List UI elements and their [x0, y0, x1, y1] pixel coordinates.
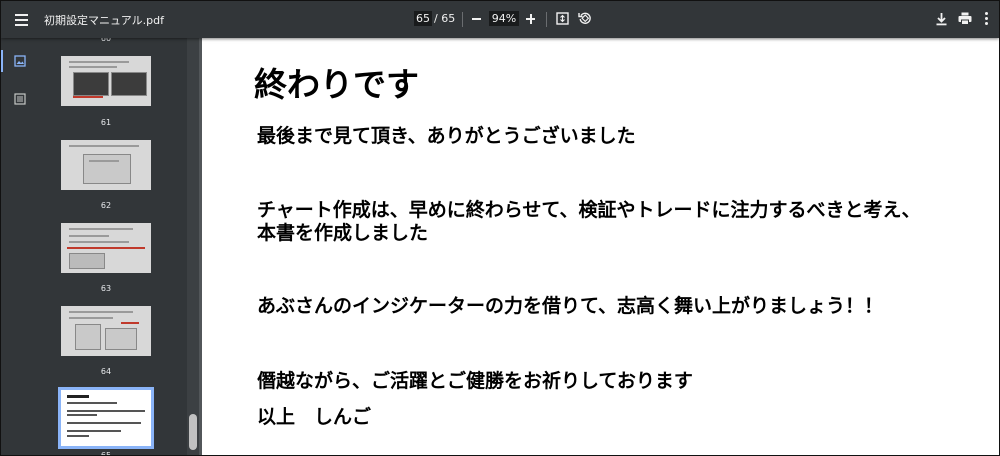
pdf-page: 終わりです 最後まで見て頂き、ありがとうございました チャート作成は、早めに終わ…: [202, 38, 999, 455]
fit-to-page-icon[interactable]: [556, 12, 569, 25]
page-total: / 65: [434, 12, 456, 25]
page-text-line: あぶさんのインジケーターの力を借りて、志高く舞い上がりましょう！！: [257, 295, 884, 317]
zoom-in-button[interactable]: [525, 10, 537, 28]
thumbnails-tab[interactable]: [1, 46, 39, 76]
thumbnail-label-partial: 60: [100, 38, 112, 43]
separator: [462, 12, 463, 27]
toolbar: 初期設定マニュアル.pdf 65 / 65 94%: [1, 1, 999, 38]
thumbnail-scrollbar[interactable]: [187, 38, 199, 455]
print-icon[interactable]: [958, 12, 972, 25]
sidebar-tabs: [1, 38, 39, 455]
page-thumbnail-62[interactable]: [61, 140, 151, 190]
rotate-icon[interactable]: [578, 11, 592, 25]
download-icon[interactable]: [935, 12, 948, 26]
page-thumbnail-61[interactable]: [61, 56, 151, 106]
zoom-out-button[interactable]: [471, 10, 483, 28]
zoom-input[interactable]: 94%: [489, 11, 519, 26]
pdf-viewer-window: 初期設定マニュアル.pdf 65 / 65 94% 60 61 62 63 64…: [0, 0, 1000, 456]
page-text-line: 本書を作成しました: [257, 222, 429, 244]
page-thumbnail-label: 61: [100, 118, 112, 127]
page-text-line: 以上 しんご: [257, 406, 372, 428]
page-number-input[interactable]: 65: [414, 11, 432, 26]
image-icon: [14, 55, 26, 67]
page-thumbnail-label: 65: [61, 451, 151, 455]
page-thumbnail-64[interactable]: [61, 306, 151, 356]
page-thumbnail-label: 62: [100, 201, 112, 210]
page-thumbnail-label: 63: [100, 284, 112, 293]
menu-icon[interactable]: [11, 9, 33, 31]
document-title: 初期設定マニュアル.pdf: [44, 14, 165, 27]
page-thumbnail-65[interactable]: [58, 387, 154, 449]
outline-tab[interactable]: [1, 84, 39, 114]
list-icon: [14, 93, 26, 105]
page-heading: 終わりです: [254, 65, 419, 104]
page-thumbnail-63[interactable]: [61, 223, 151, 273]
thumbnail-panel: 60 61 62 63 64: [39, 38, 187, 455]
more-actions-icon[interactable]: [983, 11, 991, 27]
page-text-line: 最後まで見て頂き、ありがとうございました: [257, 125, 636, 147]
page-thumbnail-label: 64: [100, 367, 112, 376]
thumbnail-scrollbar-thumb[interactable]: [189, 414, 197, 450]
separator: [546, 12, 547, 27]
page-text-line: 僭越ながら、ご活躍とご健勝をお祈りしております: [257, 370, 693, 392]
